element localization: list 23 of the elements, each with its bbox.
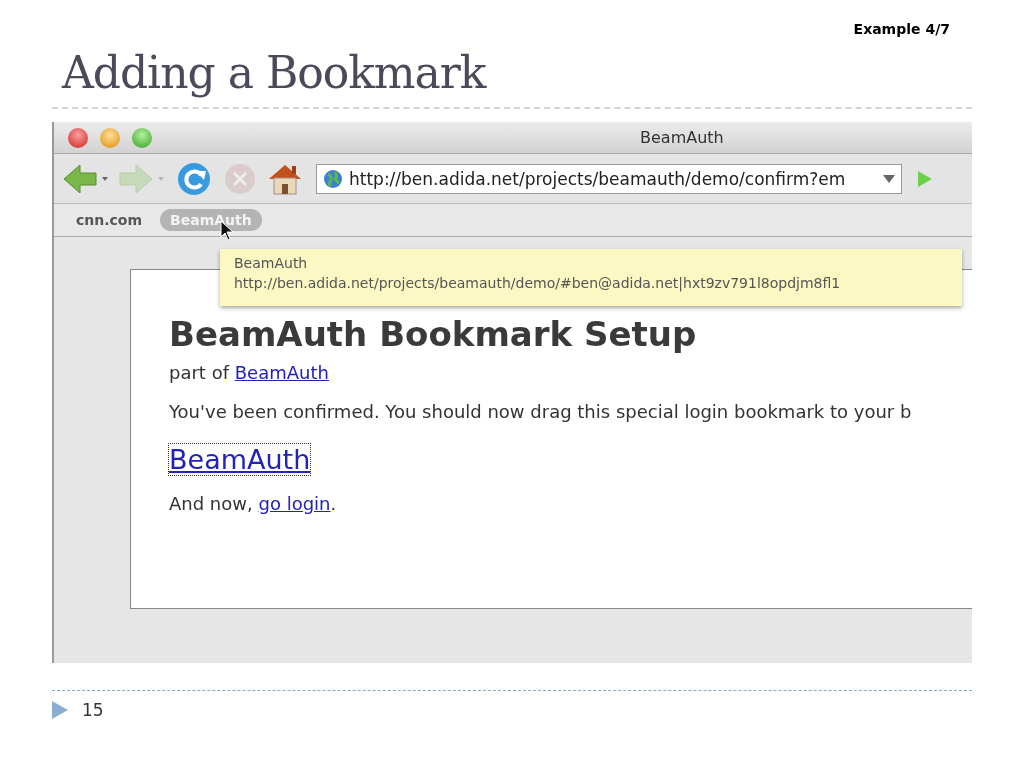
- subtitle-text: part of BeamAuth: [169, 362, 330, 383]
- slide-title: Adding a Bookmark: [62, 47, 488, 99]
- bookmark-link[interactable]: BeamAuth: [169, 444, 311, 475]
- tooltip-url: http://ben.adida.net/projects/beamauth/demo/#ben@adida.net|hxt9zv791l8opdjm8fl1: [234, 275, 842, 291]
- confirmation-text: You've been confirmed. You should now drag this special login bookmark to your b: [169, 401, 913, 422]
- minimize-window-button[interactable]: [100, 127, 120, 148]
- back-arrow-icon[interactable]: [62, 161, 110, 196]
- page-heading: BeamAuth Bookmark Setup: [169, 314, 698, 354]
- dropdown-caret-icon[interactable]: [883, 173, 895, 184]
- close-window-button[interactable]: [68, 127, 88, 148]
- example-counter: Example 4/7: [853, 21, 950, 37]
- login-link[interactable]: go login: [258, 493, 331, 514]
- globe-icon: [323, 168, 343, 189]
- zoom-window-button[interactable]: [132, 127, 152, 148]
- tooltip-title: BeamAuth: [234, 255, 309, 271]
- go-arrow-icon[interactable]: [916, 168, 934, 189]
- triangle-bullet-icon: [52, 701, 68, 719]
- login-prompt-text: And now, go login.: [169, 493, 338, 514]
- address-field[interactable]: http://ben.adida.net/projects/beamauth/demo/confirm?em: [316, 163, 902, 194]
- window-title: BeamAuth: [640, 128, 724, 147]
- bookmark-item[interactable]: cnn.com: [66, 209, 153, 231]
- page-number: 15: [82, 700, 104, 720]
- beamauth-link[interactable]: BeamAuth: [234, 362, 329, 383]
